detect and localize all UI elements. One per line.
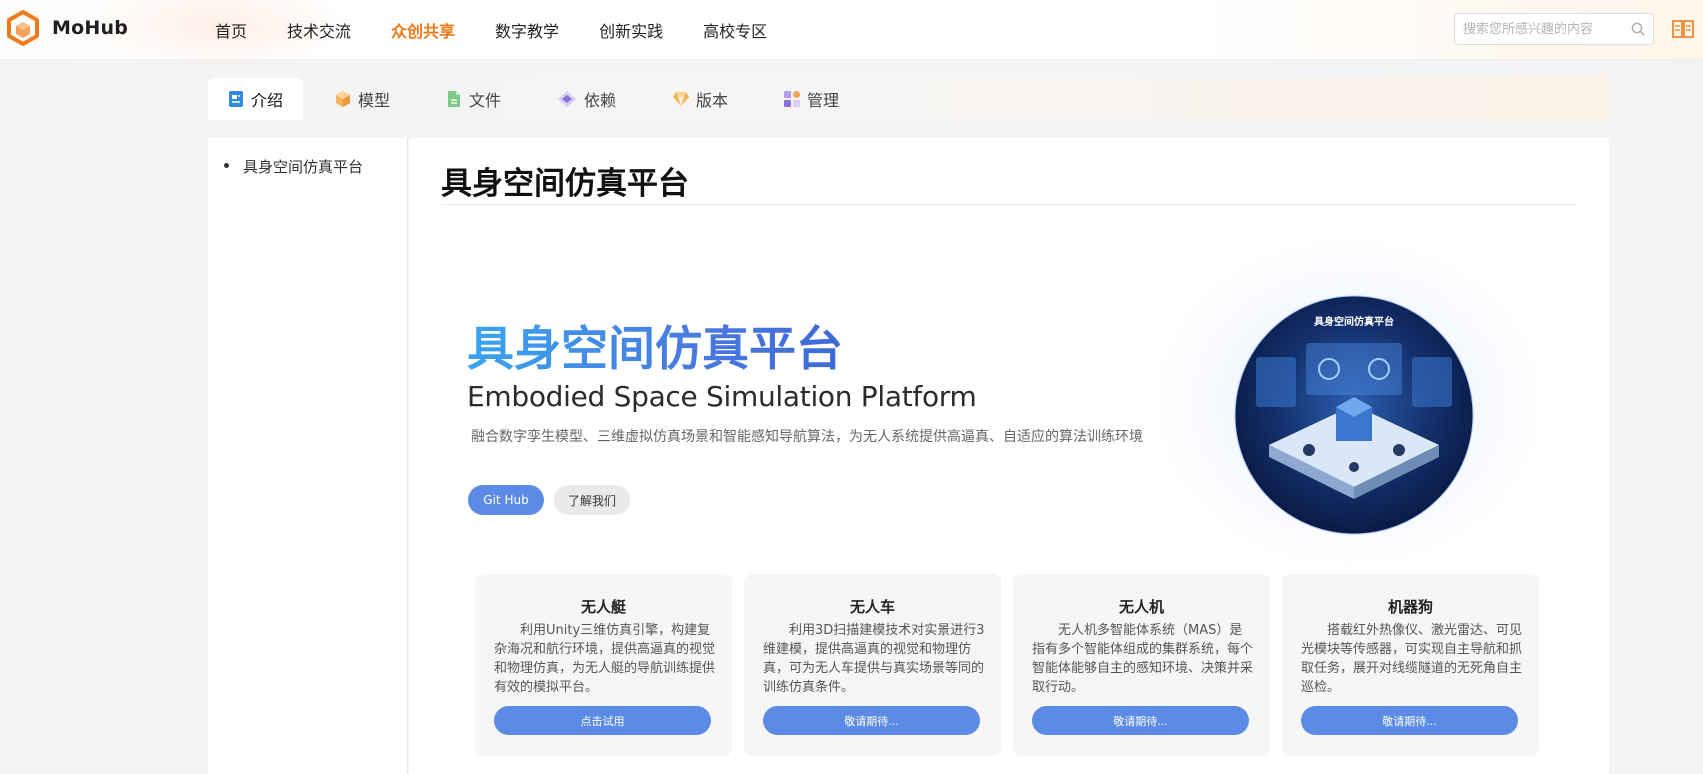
cube-icon [336, 91, 350, 107]
tab-label: 文件 [469, 91, 502, 110]
feature-card-ugv: 无人车 利用3D扫描建模技术对实景进行3维建模，提供高逼真的视觉和物理仿真，可为… [744, 574, 1001, 756]
brand-name[interactable]: MoHub [52, 17, 128, 39]
file-icon [448, 91, 460, 107]
search-box [1454, 13, 1654, 45]
hero-description: 融合数字孪生模型、三维虚拟仿真场景和智能感知导航算法，为无人系统提供高逼真、自适… [471, 429, 1143, 445]
nav-item-crowd-share[interactable]: 众创共享 [391, 18, 455, 42]
tab-label: 版本 [696, 91, 729, 110]
nav-item-tech-exchange[interactable]: 技术交流 [287, 18, 351, 42]
title-divider [441, 204, 1577, 205]
nav-item-home[interactable]: 首页 [215, 18, 247, 42]
bullet-dot [224, 163, 229, 168]
tab-intro[interactable]: 介绍 [208, 78, 303, 120]
main-content: 具身空间仿真平台 具身空间仿真平台 Embodied Space Simulat… [409, 138, 1609, 774]
tab-manage[interactable]: 管理 [783, 78, 839, 120]
top-header: MoHub 首页 技术交流 众创共享 数字教学 创新实践 高校专区 [0, 0, 1703, 70]
gem-icon [673, 92, 689, 106]
tab-model[interactable]: 模型 [334, 78, 390, 120]
tab-files[interactable]: 文件 [445, 78, 501, 120]
card-description: 利用Unity三维仿真引擎，构建复杂海况和航行环境，提供高逼真的视觉和物理仿真，… [494, 623, 716, 695]
card-description: 搭载红外热像仪、激光雷达、可见光模块等传感器，可实现自主导航和抓取任务，展开对线… [1301, 623, 1523, 695]
toc-item[interactable]: 具身空间仿真平台 [224, 156, 363, 177]
hero-image-caption: 具身空间仿真平台 [1314, 317, 1394, 328]
coming-soon-button[interactable]: 敬请期待... [763, 706, 980, 735]
simulation-platform-illustration [1234, 295, 1474, 535]
tab-label: 模型 [358, 91, 391, 110]
card-title: 无人机 [1118, 598, 1164, 616]
card-title: 无人车 [849, 598, 895, 616]
about-us-button[interactable]: 了解我们 [554, 485, 630, 515]
nav-item-university-zone[interactable]: 高校专区 [703, 18, 767, 42]
main-nav: 首页 技术交流 众创共享 数字教学 创新实践 高校专区 [215, 18, 807, 42]
card-title: 机器狗 [1387, 598, 1433, 616]
toc-item-label: 具身空间仿真平台 [243, 158, 364, 176]
tab-versions[interactable]: 版本 [672, 78, 728, 120]
feature-card-uav: 无人机 无人机多智能体系统（MAS）是指有多个智能体组成的集群系统，每个智能体能… [1013, 574, 1270, 756]
github-button[interactable]: Git Hub [468, 485, 544, 515]
hero-title: 具身空间仿真平台 [467, 310, 843, 379]
search-input[interactable] [1463, 21, 1623, 37]
tab-dependencies[interactable]: 依赖 [556, 78, 616, 120]
search-icon[interactable] [1631, 22, 1645, 36]
repo-tabs: 介绍 模型 文件 依赖 版本 管理 [208, 78, 1608, 120]
hero-subtitle: Embodied Space Simulation Platform [467, 380, 977, 413]
mohub-logo-icon[interactable] [6, 10, 40, 46]
feature-card-usv: 无人艇 利用Unity三维仿真引擎，构建复杂海况和航行环境，提供高逼真的视觉和物… [475, 574, 732, 756]
tab-label: 管理 [807, 91, 840, 110]
grid-icon [784, 91, 800, 107]
book-icon[interactable] [1672, 19, 1694, 39]
toc-sidebar: 具身空间仿真平台 [208, 138, 408, 774]
nav-item-innovation-practice[interactable]: 创新实践 [599, 18, 663, 42]
page-title: 具身空间仿真平台 [441, 166, 689, 202]
coming-soon-button[interactable]: 敬请期待... [1301, 706, 1518, 735]
coming-soon-button[interactable]: 敬请期待... [1032, 706, 1249, 735]
try-now-button[interactable]: 点击试用 [494, 706, 711, 735]
tab-label: 介绍 [251, 91, 284, 110]
document-icon [229, 91, 243, 107]
card-description: 利用3D扫描建模技术对实景进行3维建模，提供高逼真的视觉和物理仿真，可为无人车提… [763, 623, 985, 695]
nav-item-digital-teaching[interactable]: 数字教学 [495, 18, 559, 42]
card-description: 无人机多智能体系统（MAS）是指有多个智能体组成的集群系统，每个智能体能够自主的… [1032, 623, 1254, 695]
card-title: 无人艇 [580, 598, 626, 616]
feature-card-robot-dog: 机器狗 搭载红外热像仪、激光雷达、可见光模块等传感器，可实现自主导航和抓取任务，… [1282, 574, 1539, 756]
tab-label: 依赖 [584, 91, 617, 110]
diamond-link-icon [558, 91, 576, 107]
